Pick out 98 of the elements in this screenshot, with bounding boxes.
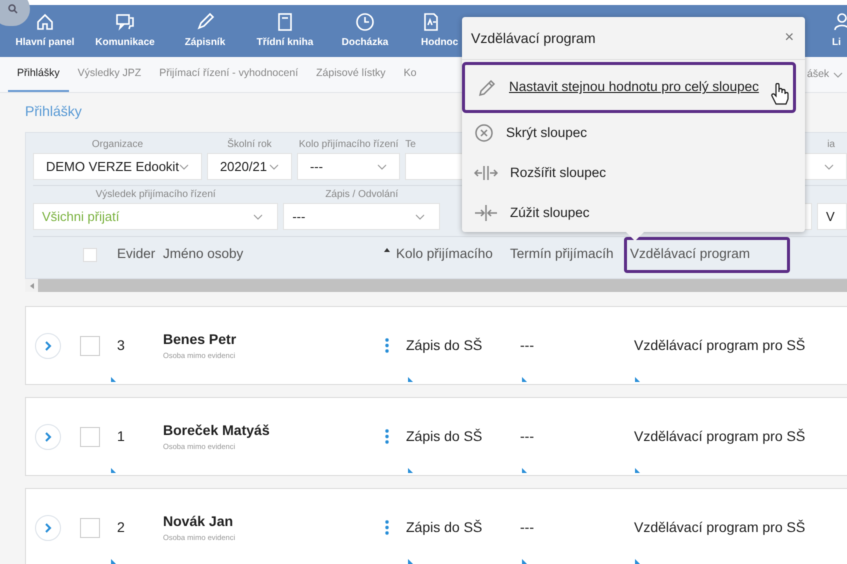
grade-icon xyxy=(421,12,441,32)
filter-select[interactable]: 2020/21 xyxy=(206,153,292,180)
filter-label: ia xyxy=(827,138,836,152)
filter-label: Organizace xyxy=(92,138,144,152)
sub-tab[interactable]: ášek xyxy=(807,57,844,92)
person-name: Boreček Matyáš xyxy=(163,421,271,440)
corner-mark-icon xyxy=(635,559,640,564)
table-cell-text: Zápis do SŠ xyxy=(406,518,484,537)
menu-item[interactable]: Zúžit sloupec xyxy=(462,193,805,233)
chevron-down-icon xyxy=(824,164,834,170)
corner-mark-icon xyxy=(635,377,640,382)
menu-item[interactable]: Nastavit stejnou hodnotu pro celý sloupec xyxy=(462,62,796,113)
column-header[interactable]: Termín přijímacíh xyxy=(510,236,624,272)
chevron-down-icon xyxy=(377,164,388,170)
filter-label: Výsledek přijímacího řízení xyxy=(96,188,216,202)
expand-button[interactable] xyxy=(35,332,61,358)
collapse-horizontal-icon xyxy=(474,203,498,223)
column-header[interactable]: Evider xyxy=(117,236,163,272)
column-header[interactable]: Jméno osoby xyxy=(163,236,396,272)
corner-mark-icon xyxy=(408,468,413,473)
corner-mark-icon xyxy=(522,559,527,564)
chevron-down-icon xyxy=(253,214,264,220)
page-title: Přihlášky xyxy=(25,102,82,121)
close-button[interactable]: × xyxy=(784,26,796,50)
filter-select[interactable]: --- xyxy=(296,153,400,180)
table-cell-text: Vzdělávací program pro SŠ xyxy=(634,427,806,446)
sub-tab[interactable]: Ko xyxy=(394,57,426,92)
sub-tab[interactable]: Zápisové lístky xyxy=(307,57,395,92)
chevron-right-icon xyxy=(44,340,52,350)
corner-mark-icon xyxy=(111,468,116,473)
select-all-checkbox[interactable] xyxy=(83,248,97,262)
pen-icon xyxy=(195,12,215,32)
table-cell-text: --- xyxy=(520,336,535,355)
sub-tab[interactable]: Výsledky JPZ xyxy=(68,57,150,92)
row-number: 1 xyxy=(117,427,126,446)
table-cell-text: --- xyxy=(520,518,535,537)
column-header[interactable]: Kolo přijímacího xyxy=(396,236,510,272)
row-checkbox[interactable] xyxy=(80,426,100,446)
corner-mark-icon xyxy=(635,468,640,473)
filter-label: Zápis / Odvolání xyxy=(325,188,398,202)
chevron-down-icon xyxy=(268,164,279,170)
corner-mark-icon xyxy=(408,559,413,564)
horizontal-scrollbar[interactable] xyxy=(25,279,847,292)
nav-item[interactable]: Docházka xyxy=(325,5,405,57)
sub-tab[interactable]: Přijímací řízení - vyhodnocení xyxy=(150,57,308,92)
filter-select[interactable]: DEMO VERZE Edookit xyxy=(33,153,202,180)
menu-item[interactable]: Rozšířit sloupec xyxy=(462,153,805,193)
filter-select[interactable]: --- xyxy=(283,203,440,230)
column-header[interactable]: Vzdělávací program xyxy=(624,236,790,272)
circle-x-icon xyxy=(474,123,494,143)
table-cell-text: Vzdělávací program pro SŠ xyxy=(634,518,806,537)
row-checkbox[interactable] xyxy=(80,336,100,356)
table-cell-text: Zápis do SŠ xyxy=(406,427,484,446)
chevron-right-icon xyxy=(44,432,52,442)
search-icon xyxy=(8,4,18,14)
more-options-icon[interactable] xyxy=(385,338,389,353)
corner-mark-icon xyxy=(408,377,413,382)
table-cell-text: Zápis do SŠ xyxy=(406,336,484,355)
expand-button[interactable] xyxy=(35,424,61,450)
table-cell-text: Vzdělávací program pro SŠ xyxy=(634,336,806,355)
chevron-down-icon xyxy=(178,164,189,170)
expand-horizontal-icon xyxy=(474,163,498,183)
row-number: 3 xyxy=(117,336,126,355)
menu-item[interactable]: Skrýt sloupec xyxy=(462,113,805,153)
pencil-icon xyxy=(477,78,497,98)
filter-label: Te xyxy=(405,138,417,152)
home-icon xyxy=(35,12,55,32)
chevron-down-icon xyxy=(833,72,844,78)
corner-mark-icon xyxy=(111,377,116,382)
filter-label: Školní rok xyxy=(227,137,272,152)
sort-up-icon xyxy=(384,248,390,252)
person-name: Novák Jan xyxy=(163,512,234,531)
more-options-icon[interactable] xyxy=(385,429,389,444)
table-cell-text: --- xyxy=(520,427,535,446)
nav-item[interactable]: Hlavní panel xyxy=(5,5,85,57)
chat-icon xyxy=(115,12,135,32)
popup-title: Vzdělávací program xyxy=(471,28,596,48)
user-icon xyxy=(832,12,847,32)
hand-cursor-icon xyxy=(771,83,789,105)
corner-mark-icon xyxy=(522,468,527,473)
chevron-right-icon xyxy=(44,522,52,532)
row-number: 2 xyxy=(117,518,126,537)
nav-item[interactable]: Komunikace xyxy=(85,5,165,57)
corner-mark-icon xyxy=(522,377,527,382)
expand-button[interactable] xyxy=(35,514,61,540)
scroll-left-icon xyxy=(30,282,34,288)
clock-icon xyxy=(355,12,375,32)
nav-item[interactable]: Třídní kniha xyxy=(245,5,325,57)
nav-item[interactable]: Li xyxy=(832,5,847,50)
person-name: Benes Petr xyxy=(163,330,238,349)
filter-select[interactable]: V xyxy=(817,203,847,230)
book-icon xyxy=(275,12,295,32)
more-options-icon[interactable] xyxy=(385,520,389,535)
corner-mark-icon xyxy=(111,559,116,564)
row-checkbox[interactable] xyxy=(80,518,100,538)
filter-label: Kolo přijímacího řízení xyxy=(298,138,398,152)
nav-item[interactable]: Zápisník xyxy=(165,5,245,57)
chevron-down-icon xyxy=(415,214,426,220)
